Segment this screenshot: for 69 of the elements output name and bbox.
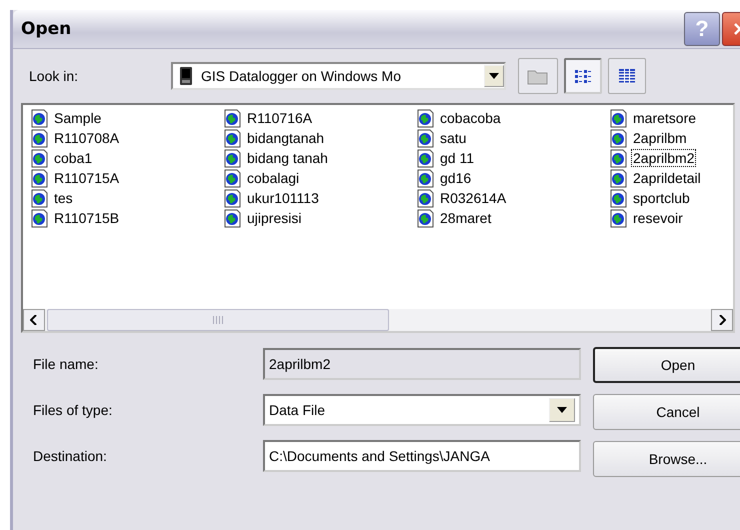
field-label: File name: [32, 356, 100, 372]
look-in-dropdown[interactable]: GIS Datalogger on Windows Mo [171, 62, 506, 90]
scroll-left-button[interactable] [23, 309, 45, 331]
globe-document-icon [224, 168, 242, 188]
globe-document-icon [417, 128, 435, 148]
file-item[interactable]: ukur101113 [224, 188, 417, 208]
globe-document-icon [610, 168, 628, 188]
file-type-dropdown[interactable]: Data File [263, 394, 581, 426]
scrollbar-thumb[interactable] [47, 309, 389, 331]
globe-document-icon [610, 128, 628, 148]
file-item[interactable]: resevoir [610, 208, 740, 228]
handheld-device-icon [179, 66, 193, 86]
globe-document-icon [31, 188, 49, 208]
globe-document-icon [610, 148, 628, 168]
file-item[interactable]: 2aprilbm [610, 128, 740, 148]
horizontal-scrollbar[interactable] [23, 309, 733, 331]
globe-document-icon [610, 188, 628, 208]
file-item[interactable]: 28maret [417, 208, 610, 228]
list-view-button[interactable] [564, 58, 602, 94]
file-item[interactable]: ujipresisi [224, 208, 417, 228]
file-item[interactable]: gd 11 [417, 148, 610, 168]
globe-document-icon [31, 208, 49, 228]
list-view-icon [574, 68, 592, 84]
globe-document-icon [224, 128, 242, 148]
file-item[interactable]: cobacoba [417, 108, 610, 128]
window-title: Open [21, 19, 72, 39]
file-item[interactable]: R032614A [417, 188, 610, 208]
globe-document-icon [224, 208, 242, 228]
globe-document-icon [31, 108, 49, 128]
globe-document-icon [31, 128, 49, 148]
file-item[interactable]: bidang tanah [224, 148, 417, 168]
globe-document-icon [31, 148, 49, 168]
globe-document-icon [417, 148, 435, 168]
file-item[interactable]: gd16 [417, 168, 610, 188]
file-item[interactable]: tes [31, 188, 224, 208]
globe-document-icon [417, 108, 435, 128]
grip-icon [212, 316, 224, 324]
dialog-button[interactable]: Cancel [593, 394, 740, 430]
details-view-button[interactable] [608, 58, 646, 94]
globe-document-icon [31, 168, 49, 188]
file-item[interactable]: R110715A [31, 168, 224, 188]
file-item[interactable]: R110716A [224, 108, 417, 128]
globe-document-icon [224, 148, 242, 168]
globe-document-icon [417, 168, 435, 188]
file-item[interactable]: cobalagi [224, 168, 417, 188]
file-item[interactable]: Sample [31, 108, 224, 128]
field-label: Files of type: [32, 402, 114, 418]
scroll-right-button[interactable] [711, 309, 733, 331]
file-item[interactable]: satu [417, 128, 610, 148]
file-item[interactable]: R110715B [31, 208, 224, 228]
globe-document-icon [417, 208, 435, 228]
file-item[interactable]: R110708A [31, 128, 224, 148]
globe-document-icon [610, 108, 628, 128]
file-item[interactable]: sportclub [610, 188, 740, 208]
file-item[interactable]: maretsore [610, 108, 740, 128]
dialog-button[interactable]: Open [593, 347, 740, 383]
file-item[interactable]: 2aprilbm2 [610, 148, 740, 168]
globe-document-icon [417, 188, 435, 208]
file-item[interactable]: 2aprildetail [610, 168, 740, 188]
field-label: Destination: [32, 448, 108, 464]
file-item[interactable]: bidangtanah [224, 128, 417, 148]
globe-document-icon [224, 188, 242, 208]
file-item[interactable]: coba1 [31, 148, 224, 168]
details-view-icon [618, 68, 636, 84]
input-field[interactable]: C:\Documents and Settings\JANGA [263, 440, 581, 472]
dialog-button[interactable]: Browse... [593, 441, 740, 477]
globe-document-icon [224, 108, 242, 128]
look-in-label: Look in: [28, 68, 80, 84]
globe-document-icon [610, 208, 628, 228]
